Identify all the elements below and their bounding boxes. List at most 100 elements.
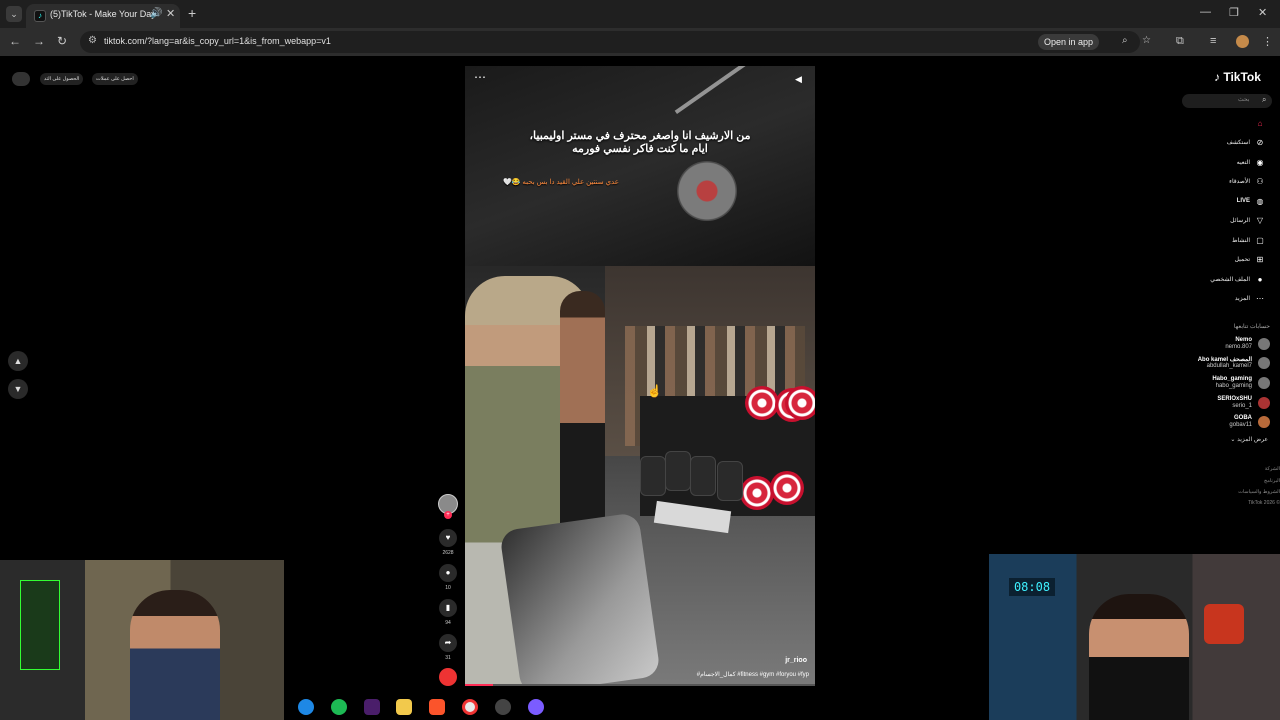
footer-link[interactable]: الشروط والسياسات	[1200, 489, 1280, 495]
tab-search-icon[interactable]: ⌄	[6, 6, 22, 22]
sidebar-item-live[interactable]: LIVE ◍	[1180, 196, 1270, 210]
get-coins-button[interactable]: احصل على عملات	[92, 73, 138, 85]
follow-plus-icon[interactable]: +	[444, 511, 452, 519]
video-player[interactable]: ⋯ ◀ من الارشيف انا واصغر محترف في مستر ا…	[465, 66, 815, 686]
streamer-left	[130, 590, 220, 720]
tiktok-logo[interactable]: ♪ TikTok	[1214, 70, 1261, 84]
webcam-left	[0, 560, 284, 720]
messages-icon: ▽	[1256, 216, 1264, 225]
following-section-title: حسابات تتابعها	[1233, 324, 1270, 330]
sidebar-item-activity[interactable]: النشاط ▢	[1180, 235, 1270, 249]
taskbar	[290, 694, 550, 720]
edge-icon[interactable]	[298, 699, 314, 715]
next-video-button[interactable]: ▼	[8, 379, 28, 399]
browser-tab[interactable]: ♪ (5)TikTok - Make Your Day 🔊 ✕	[26, 4, 180, 28]
sidebar-item-label: النشاط	[1231, 238, 1250, 244]
action-bar: + ♥ 2628 ● 10 ▮ 94 ➦ 31	[436, 494, 460, 686]
get-pc-app-button[interactable]: الحصول على التد	[40, 73, 84, 85]
spotify-icon[interactable]	[331, 699, 347, 715]
messenger-icon[interactable]	[528, 699, 544, 715]
volume-icon[interactable]: ◀	[795, 74, 802, 85]
followed-account[interactable]: Habo_gaming habo_gaming	[1180, 375, 1272, 393]
followed-account[interactable]: GOBA gobav11	[1180, 414, 1272, 432]
address-bar[interactable]: ⚙ tiktok.com/?lang=ar&is_copy_url=1&is_f…	[80, 31, 1151, 53]
pc-case	[20, 580, 60, 670]
following-icon: ◉	[1256, 158, 1264, 167]
footer-link[interactable]: البرنامج	[1200, 478, 1280, 484]
account-name: SERIOxSHU	[1217, 396, 1252, 402]
brave-icon[interactable]	[429, 699, 445, 715]
chrome-icon[interactable]	[462, 699, 478, 715]
bookmark-icon[interactable]: ▮	[439, 599, 457, 617]
minimize-icon[interactable]: —	[1200, 6, 1211, 18]
account-handle: nemo.807	[1225, 344, 1252, 350]
see-more-link[interactable]: عرض المزيد ⌄	[1180, 436, 1268, 443]
media-control-icon[interactable]: ≡	[1210, 35, 1216, 47]
footer-copyright: TikTok 2026 ©	[1248, 500, 1280, 506]
avatar	[1258, 377, 1270, 389]
progress-track[interactable]	[465, 684, 815, 686]
menu-icon[interactable]: ⋮	[1262, 35, 1273, 48]
activity-icon: ▢	[1256, 236, 1264, 245]
dumbbell	[690, 456, 716, 496]
webcam-right: 08:08	[989, 554, 1280, 720]
footer-link[interactable]: الشركة	[1200, 466, 1280, 472]
file-explorer-icon[interactable]	[396, 699, 412, 715]
reload-icon[interactable]: ↻	[57, 34, 67, 48]
heart-icon[interactable]: ♥	[439, 529, 457, 547]
progress-fill	[465, 684, 493, 686]
forward-icon[interactable]: →	[33, 34, 45, 48]
dumbbell	[745, 386, 779, 420]
tab-close-icon[interactable]: ✕	[166, 7, 175, 20]
account-name: Habo_gaming	[1212, 376, 1252, 382]
see-more-label: عرض المزيد	[1237, 437, 1268, 443]
site-info-icon[interactable]: ⚙	[88, 35, 97, 46]
video-hashtags[interactable]: #كمال_الاجسام #fitness #gym #foryou #fyp	[697, 671, 809, 678]
restore-icon[interactable]: ❐	[1229, 6, 1239, 19]
like-count: 2628	[442, 550, 454, 556]
sidebar-item-messages[interactable]: الرسائل ▽	[1180, 215, 1270, 229]
sidebar-item-friends[interactable]: الأصدقاء ⚇	[1180, 176, 1270, 190]
avatar	[1258, 397, 1270, 409]
sidebar-item-following[interactable]: التعيه ◉	[1180, 157, 1270, 171]
search-input[interactable]: بحث ⌕	[1182, 94, 1272, 108]
video-username[interactable]: jr_rioo	[785, 657, 807, 664]
more-options-icon[interactable]: ⋯	[474, 70, 486, 84]
speaker-icon[interactable]: 🔊	[150, 8, 162, 19]
obs-icon[interactable]	[495, 699, 511, 715]
bench-seat	[499, 512, 661, 686]
followed-account[interactable]: Abo kamel المصحف abdullah_kamel7	[1180, 355, 1272, 373]
back-icon[interactable]: ←	[9, 34, 21, 48]
digital-clock: 08:08	[1009, 578, 1055, 596]
sidebar-item-label: تحميل	[1234, 257, 1250, 263]
account-name: GOBA	[1234, 415, 1252, 421]
sidebar-item-more[interactable]: المزيد ⋯	[1180, 293, 1270, 307]
followed-account[interactable]: Nemo nemo.807	[1180, 336, 1272, 354]
share-icon[interactable]: ➦	[439, 634, 457, 652]
followed-account[interactable]: SERIOxSHU serio_1	[1180, 395, 1272, 413]
sidebar-item-profile[interactable]: الملف الشخصي ●	[1180, 274, 1270, 288]
music-disc-icon[interactable]	[439, 668, 457, 686]
comment-icon[interactable]: ●	[439, 564, 457, 582]
profile-icon: ●	[1257, 275, 1263, 284]
avatar[interactable]	[12, 72, 30, 86]
search-icon[interactable]: ⌕	[1262, 95, 1266, 105]
sidebar-item-label: استكشف	[1226, 140, 1250, 146]
new-tab-icon[interactable]: +	[188, 5, 196, 21]
extensions-icon[interactable]: ⧉	[1176, 35, 1184, 48]
tiktok-favicon-icon: ♪	[34, 10, 46, 22]
logo-text: TikTok	[1223, 70, 1261, 84]
sidebar-item-upload[interactable]: تحميل ⊞	[1180, 254, 1270, 268]
comment-count: 10	[445, 585, 451, 591]
account-handle: habo_gaming	[1215, 383, 1252, 389]
bookmark-star-icon[interactable]: ☆	[1142, 35, 1151, 46]
sidebar-item-label: التعيه	[1236, 160, 1250, 166]
zoom-icon[interactable]: ⌕	[1122, 35, 1128, 46]
open-in-app-button[interactable]: Open in app	[1038, 34, 1100, 50]
premiere-icon[interactable]	[364, 699, 380, 715]
sidebar-item-home[interactable]: ⌂	[1180, 118, 1270, 132]
window-close-icon[interactable]: ✕	[1258, 6, 1267, 19]
previous-video-button[interactable]: ▲	[8, 351, 28, 371]
profile-avatar[interactable]	[1236, 35, 1249, 48]
sidebar-item-explore[interactable]: استكشف ⊘	[1180, 137, 1270, 151]
